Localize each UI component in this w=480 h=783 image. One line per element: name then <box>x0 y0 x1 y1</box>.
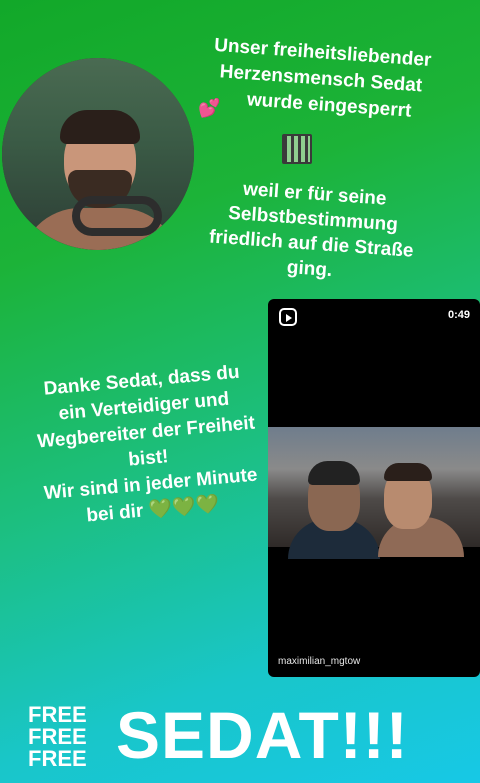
sedat-headline: SEDAT!!! <box>116 698 409 772</box>
reel-video-card[interactable]: 0:49 maximilian_mgtow <box>268 299 480 677</box>
subtext: weil er für seine Selbstbestimmung fried… <box>169 172 455 291</box>
two-hearts-icon: 💕 <box>198 98 221 118</box>
profile-photo <box>2 58 194 250</box>
reels-icon <box>279 308 297 326</box>
free-stack: FREE FREE FREE <box>28 704 98 770</box>
free-word: FREE <box>28 746 87 771</box>
reel-username[interactable]: maximilian_mgtow <box>278 656 360 667</box>
video-duration: 0:49 <box>447 309 470 321</box>
free-word: FREE <box>28 702 87 727</box>
free-word: FREE <box>28 724 87 749</box>
video-thumbnail[interactable] <box>268 427 480 559</box>
prison-icon <box>282 134 312 164</box>
thanks-text: Danke Sedat, dass du ein Verteidiger und… <box>6 356 289 535</box>
